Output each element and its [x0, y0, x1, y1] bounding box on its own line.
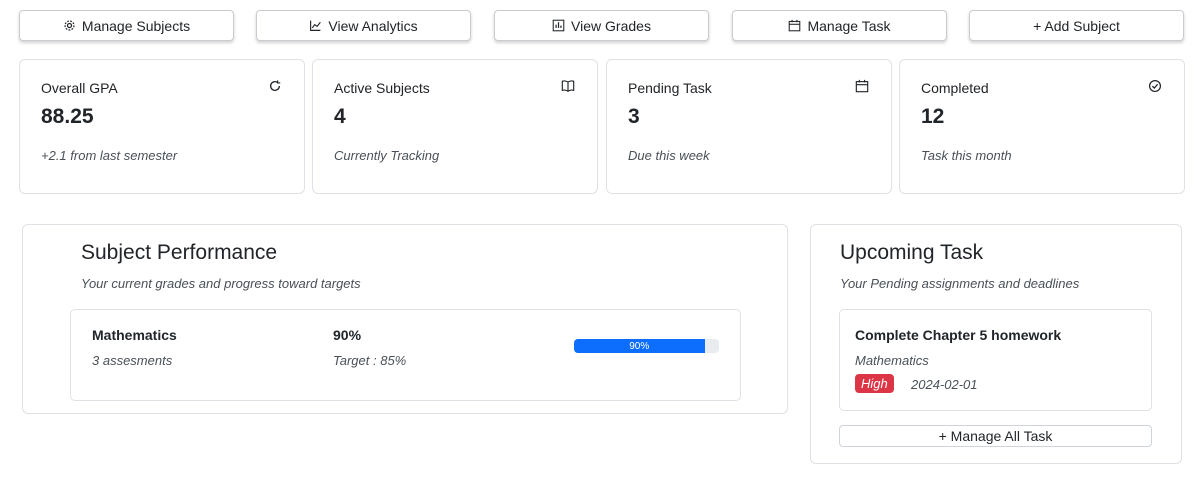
priority-badge: High — [855, 374, 894, 393]
add-subject-label: + Add Subject — [1033, 17, 1120, 34]
bar-chart-icon — [552, 19, 565, 32]
stat-subtext: Due this week — [628, 148, 710, 163]
view-analytics-label: View Analytics — [328, 17, 418, 34]
task-subject: Mathematics — [855, 353, 929, 368]
view-analytics-button[interactable]: View Analytics — [256, 10, 471, 41]
stat-card-gpa: Overall GPA 88.25 +2.1 from last semeste… — [19, 59, 305, 194]
refresh-icon — [269, 80, 281, 92]
subject-grade: 90% — [333, 327, 362, 343]
task-item[interactable]: Complete Chapter 5 homework Mathematics … — [839, 309, 1152, 411]
manage-all-task-button[interactable]: + Manage All Task — [839, 425, 1152, 447]
view-grades-button[interactable]: View Grades — [494, 10, 709, 41]
task-due-date: 2024-02-01 — [911, 377, 978, 392]
stat-label: Pending Task — [628, 80, 712, 96]
subject-target: Target : 85% — [333, 353, 407, 368]
calendar-icon — [789, 19, 801, 32]
stat-label: Completed — [921, 80, 989, 96]
gear-icon — [64, 20, 75, 31]
manage-all-task-label: + Manage All Task — [938, 428, 1053, 444]
panel-subtitle: Your Pending assignments and deadlines — [840, 276, 1080, 291]
stat-label: Overall GPA — [41, 80, 118, 96]
book-icon — [561, 80, 575, 92]
stat-card-pending-task: Pending Task 3 Due this week — [606, 59, 892, 194]
stat-subtext: Task this month — [921, 148, 1012, 163]
manage-subjects-button[interactable]: Manage Subjects — [19, 10, 234, 41]
manage-task-button[interactable]: Manage Task — [732, 10, 947, 41]
subject-row[interactable]: Mathematics 3 assesments 90% Target : 85… — [70, 309, 741, 401]
stat-card-active-subjects: Active Subjects 4 Currently Tracking — [312, 59, 598, 194]
manage-task-label: Manage Task — [807, 17, 891, 34]
check-circle-icon — [1148, 79, 1162, 93]
add-subject-button[interactable]: + Add Subject — [969, 10, 1184, 41]
progress-fill: 90% — [574, 339, 705, 353]
panel-title: Upcoming Task — [840, 241, 984, 264]
stat-value: 3 — [628, 105, 640, 128]
stat-value: 4 — [334, 105, 346, 128]
subject-performance-panel: Subject Performance Your current grades … — [22, 224, 788, 414]
task-title: Complete Chapter 5 homework — [855, 327, 1062, 343]
line-chart-icon — [310, 20, 322, 31]
stat-value: 12 — [921, 105, 945, 128]
progress-bar: 90% — [574, 339, 719, 353]
subject-assessments: 3 assesments — [92, 353, 173, 368]
panel-subtitle: Your current grades and progress toward … — [81, 276, 361, 291]
stat-card-completed: Completed 12 Task this month — [899, 59, 1185, 194]
manage-subjects-label: Manage Subjects — [81, 17, 191, 34]
view-grades-label: View Grades — [571, 17, 651, 34]
panel-title: Subject Performance — [81, 241, 278, 264]
stat-label: Active Subjects — [334, 80, 430, 96]
subject-name: Mathematics — [92, 327, 177, 343]
stat-subtext: +2.1 from last semester — [41, 148, 178, 163]
calendar-icon — [855, 79, 869, 93]
upcoming-task-panel: Upcoming Task Your Pending assignments a… — [810, 224, 1182, 464]
stat-value: 88.25 — [41, 105, 94, 128]
stat-subtext: Currently Tracking — [334, 148, 440, 163]
